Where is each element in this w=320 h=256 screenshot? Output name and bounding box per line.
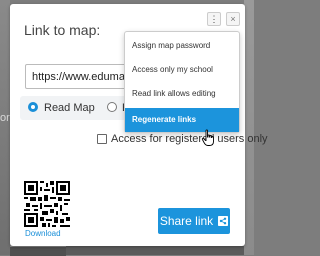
- read-map-label[interactable]: Read Map: [44, 102, 95, 114]
- menu-item-school-only[interactable]: Access only my school: [125, 58, 239, 82]
- kebab-menu-icon: ⋮: [209, 13, 219, 24]
- close-icon: ×: [230, 13, 236, 24]
- download-qr-link[interactable]: Download: [25, 229, 61, 238]
- qr-code: [24, 181, 70, 227]
- read-map-radio[interactable]: [28, 102, 38, 112]
- share-icon: [218, 216, 229, 226]
- background-page-left: [0, 0, 10, 255]
- close-button[interactable]: ×: [226, 12, 240, 26]
- registered-users-checkbox[interactable]: [97, 134, 107, 144]
- more-options-button[interactable]: ⋮: [207, 12, 221, 26]
- menu-item-assign-password[interactable]: Assign map password: [125, 34, 239, 58]
- share-link-label: Share link: [159, 214, 214, 228]
- edit-map-radio[interactable]: [107, 102, 117, 112]
- background-page-right: [244, 0, 254, 255]
- dialog-title: Link to map:: [24, 22, 101, 38]
- registered-users-option[interactable]: Access for registered users only: [95, 133, 268, 147]
- registered-users-label[interactable]: Access for registered users only: [111, 133, 268, 145]
- hand-cursor-icon: [201, 129, 214, 146]
- share-link-button[interactable]: Share link: [158, 208, 230, 234]
- menu-item-read-link-editing[interactable]: Read link allows editing: [125, 82, 239, 106]
- menu-item-regenerate-links[interactable]: Regenerate links: [125, 108, 239, 132]
- options-dropdown-menu: Assign map password Access only my schoo…: [124, 31, 240, 133]
- link-to-map-dialog: Link to map: ⋮ × k Read Map E a Access f…: [10, 4, 268, 246]
